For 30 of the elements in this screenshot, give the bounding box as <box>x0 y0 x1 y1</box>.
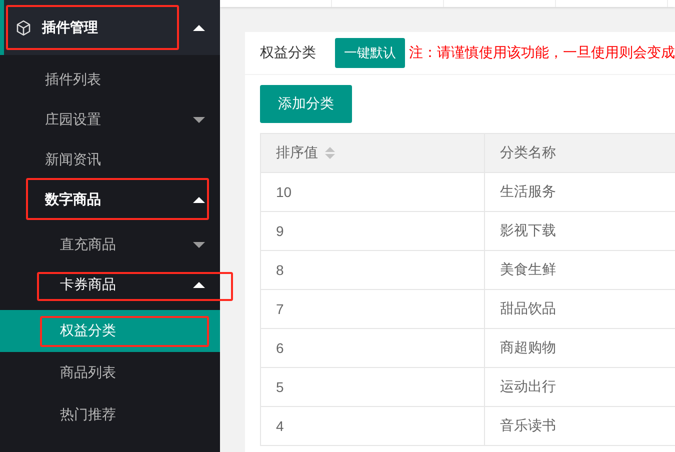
caret-icon <box>193 282 205 288</box>
table-cell: 5 <box>260 368 484 406</box>
warning-text: 注：请谨慎使用该功能，一旦使用则会变成 <box>409 44 675 62</box>
table-cell: 7 <box>260 290 484 328</box>
add-category-button[interactable]: 添加分类 <box>260 85 352 123</box>
column-header[interactable]: 排序值 <box>260 134 484 172</box>
table-cell: 9 <box>260 212 484 250</box>
menu-item[interactable]: 插件列表 <box>0 60 220 100</box>
menu-item[interactable]: 插件管理 <box>0 0 220 55</box>
default-button[interactable]: 一键默认 <box>335 38 405 68</box>
table-cell: 10 <box>260 172 484 212</box>
caret-icon <box>193 197 205 203</box>
table-cell: 8 <box>260 250 484 290</box>
menu-item[interactable]: 数字商品 <box>0 180 220 220</box>
menu-item[interactable]: 新闻资讯 <box>0 140 220 180</box>
sort-icon[interactable] <box>325 147 335 160</box>
cube-icon <box>16 20 31 36</box>
menu-item[interactable]: 卡券商品 <box>0 265 220 305</box>
column-header: 分类名称 <box>484 134 675 172</box>
caret-icon <box>193 117 205 123</box>
menu-item[interactable]: 直充商品 <box>0 225 220 265</box>
menu-item[interactable]: 商品列表 <box>0 352 220 394</box>
menu-item[interactable]: 热门推荐 <box>0 394 220 436</box>
table-cell: 6 <box>260 328 484 368</box>
caret-icon <box>193 242 205 248</box>
card-title: 权益分类 <box>260 44 316 62</box>
table-cell: 4 <box>260 406 484 446</box>
menu-item[interactable]: 庄园设置 <box>0 100 220 140</box>
menu-item[interactable]: 权益分类 <box>0 310 220 352</box>
caret-icon <box>193 24 205 30</box>
